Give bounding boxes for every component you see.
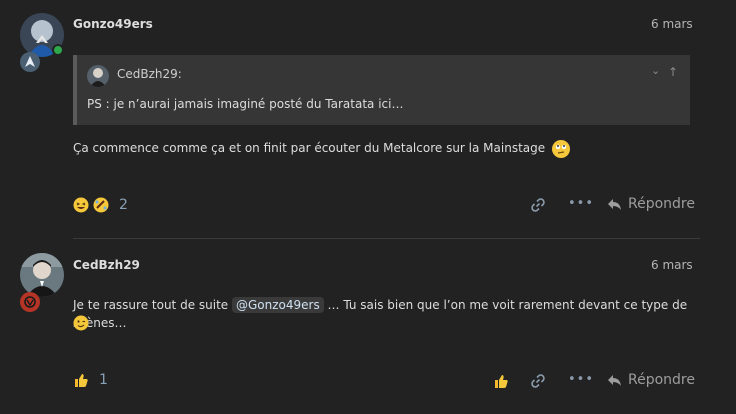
rofl-emoji-drawing (93, 197, 109, 213)
post-body-text: Ça commence comme ça et on finit par éco… (73, 141, 546, 155)
winking-emoji-icon (73, 315, 89, 331)
rofl-emoji-icon (93, 197, 109, 213)
likes-group[interactable]: 1 (73, 372, 108, 388)
online-status-indicator (52, 44, 64, 56)
post-username[interactable]: CedBzh29 (73, 258, 140, 272)
rolling-eyes-emoji-icon (551, 139, 570, 158)
quote-block: CedBzh29: ⌄ ↑ PS : je n’aurai jamais ima… (73, 55, 690, 125)
ellipsis-icon[interactable]: ••• (568, 372, 594, 387)
post-body: Ça commence comme ça et on finit par éco… (73, 139, 570, 158)
quote-avatar-image (87, 65, 109, 87)
reply-button[interactable]: Répondre (607, 196, 695, 212)
thumbs-up-icon (73, 372, 89, 388)
likes-count: 1 (99, 372, 108, 388)
link-icon-drawing (531, 374, 545, 388)
thumbs-up-icon (495, 375, 508, 388)
link-icon[interactable] (530, 197, 546, 217)
quote-text: PS : je n’aurai jamais imaginé posté du … (87, 97, 404, 111)
rolling-eyes-emoji-drawing (552, 140, 570, 157)
reply-button-label: Répondre (628, 196, 695, 212)
laughing-emoji-drawing (73, 197, 89, 213)
like-button[interactable] (493, 373, 509, 392)
reply-icon (608, 198, 621, 210)
reply-button[interactable]: Répondre (607, 372, 695, 388)
post-body: Je te rassure tout de suite @Gonzo49ers … (73, 296, 693, 332)
laughing-emoji-icon (73, 197, 89, 213)
avatar-image (20, 253, 64, 297)
ellipsis-icon[interactable]: ••• (568, 196, 594, 211)
post-date[interactable]: 6 mars (651, 17, 693, 31)
flair-icon (24, 296, 36, 308)
quote-author-name: CedBzh29: (117, 67, 182, 81)
link-icon[interactable] (530, 373, 546, 393)
post-body-text-start: Je te rassure tout de suite (73, 298, 232, 312)
post-username[interactable]: Gonzo49ers (73, 17, 153, 31)
user-flair-badge[interactable] (20, 52, 40, 72)
reactions-group[interactable]: 2 (73, 197, 128, 213)
winking-emoji-drawing (73, 315, 89, 331)
quote-author-avatar[interactable] (87, 65, 109, 87)
post-divider (73, 238, 700, 239)
avatar-cedbzh29[interactable] (20, 253, 64, 297)
link-icon-drawing (531, 198, 545, 212)
reply-icon (608, 374, 621, 386)
quote-expand-icon[interactable]: ⌄ (651, 64, 660, 77)
quote-jump-icon[interactable]: ↑ (668, 65, 678, 79)
post-date[interactable]: 6 mars (651, 258, 693, 272)
thumbs-up-drawing (75, 374, 88, 387)
user-flair-badge[interactable] (20, 292, 40, 312)
reactions-count: 2 (119, 197, 128, 213)
user-mention[interactable]: @Gonzo49ers (231, 297, 324, 313)
reply-button-label: Répondre (628, 372, 695, 388)
flair-icon (25, 56, 35, 67)
